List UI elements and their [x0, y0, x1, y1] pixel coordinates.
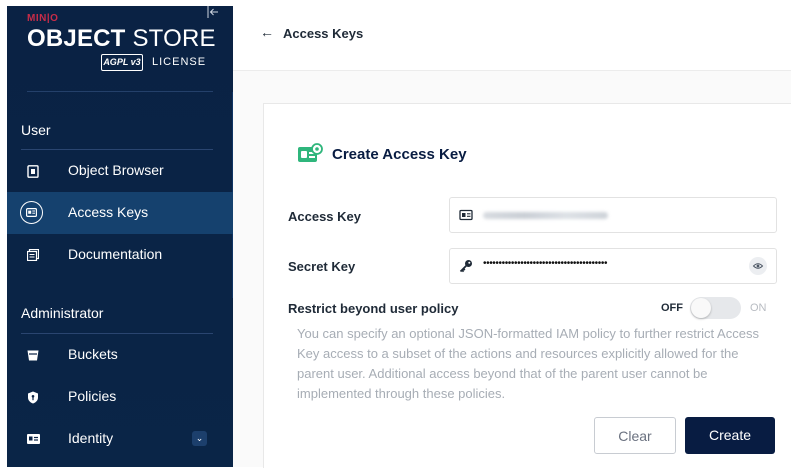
logo-brand: MIN|O [27, 13, 59, 24]
logo-divider [27, 91, 213, 92]
back-arrow-icon[interactable]: ← [260, 24, 274, 40]
access-keys-icon [20, 201, 43, 224]
section-user: User [21, 122, 51, 138]
restrict-policy-toggle[interactable] [690, 297, 741, 319]
page-title: Access Keys [283, 26, 364, 41]
collapse-sidebar-icon[interactable] [207, 6, 219, 18]
create-button[interactable]: Create [685, 417, 775, 454]
buckets-icon [22, 344, 44, 366]
sidebar-item-access-keys[interactable]: Access Keys [7, 192, 233, 234]
sidebar-item-label: Buckets [68, 346, 118, 362]
access-key-value-redacted [483, 212, 608, 219]
sidebar-item-policies[interactable]: Policies [7, 376, 233, 418]
sidebar-item-label: Policies [68, 388, 117, 404]
license-badge: AGPL v3 [101, 54, 143, 71]
logo: MIN|O OBJECT STORE AGPL v3 LICENSE [7, 6, 233, 92]
toggle-knob [691, 298, 711, 318]
sidebar-item-label: Documentation [68, 246, 163, 262]
secret-key-label: Secret Key [288, 259, 356, 274]
sidebar-item-documentation[interactable]: Documentation [7, 234, 233, 276]
secret-key-input[interactable]: •••••••••••••••••••••••••••••••••••••••• [449, 248, 777, 284]
chevron-down-icon[interactable]: ⌄ [192, 431, 207, 446]
sidebar-item-label: Object Browser [68, 162, 164, 178]
sidebar: MIN|O OBJECT STORE AGPL v3 LICENSE User … [7, 6, 236, 467]
license-label: LICENSE [152, 56, 207, 68]
access-key-label: Access Key [288, 209, 361, 224]
show-secret-button[interactable] [749, 257, 767, 275]
sidebar-item-label: Access Keys [68, 204, 149, 220]
sidebar-item-label: Identity [68, 430, 114, 446]
form-title: Create Access Key [332, 146, 467, 163]
id-card-icon [459, 209, 473, 221]
logo-product: OBJECT STORE [27, 25, 216, 52]
identity-icon [22, 428, 44, 450]
policies-icon [22, 386, 44, 408]
secret-key-value: •••••••••••••••••••••••••••••••••••••••• [483, 258, 608, 269]
object-browser-icon [22, 160, 44, 182]
documentation-icon [22, 244, 44, 266]
restrict-policy-help-text: You can specify an optional JSON-formatt… [297, 326, 759, 401]
sidebar-item-object-browser[interactable]: Object Browser [7, 150, 233, 192]
clear-button[interactable]: Clear [594, 417, 676, 454]
eye-icon [752, 263, 764, 269]
toggle-off-label: OFF [661, 302, 683, 314]
sidebar-item-identity[interactable]: Identity ⌄ [7, 418, 233, 460]
section-administrator: Administrator [21, 305, 104, 321]
toggle-on-label: ON [750, 302, 767, 314]
restrict-policy-label: Restrict beyond user policy [288, 301, 459, 316]
access-key-card-icon [298, 143, 323, 162]
access-key-input[interactable] [449, 197, 777, 233]
sidebar-item-buckets[interactable]: Buckets [7, 334, 233, 376]
key-icon [459, 260, 472, 273]
page-header: ← Access Keys [233, 0, 791, 71]
